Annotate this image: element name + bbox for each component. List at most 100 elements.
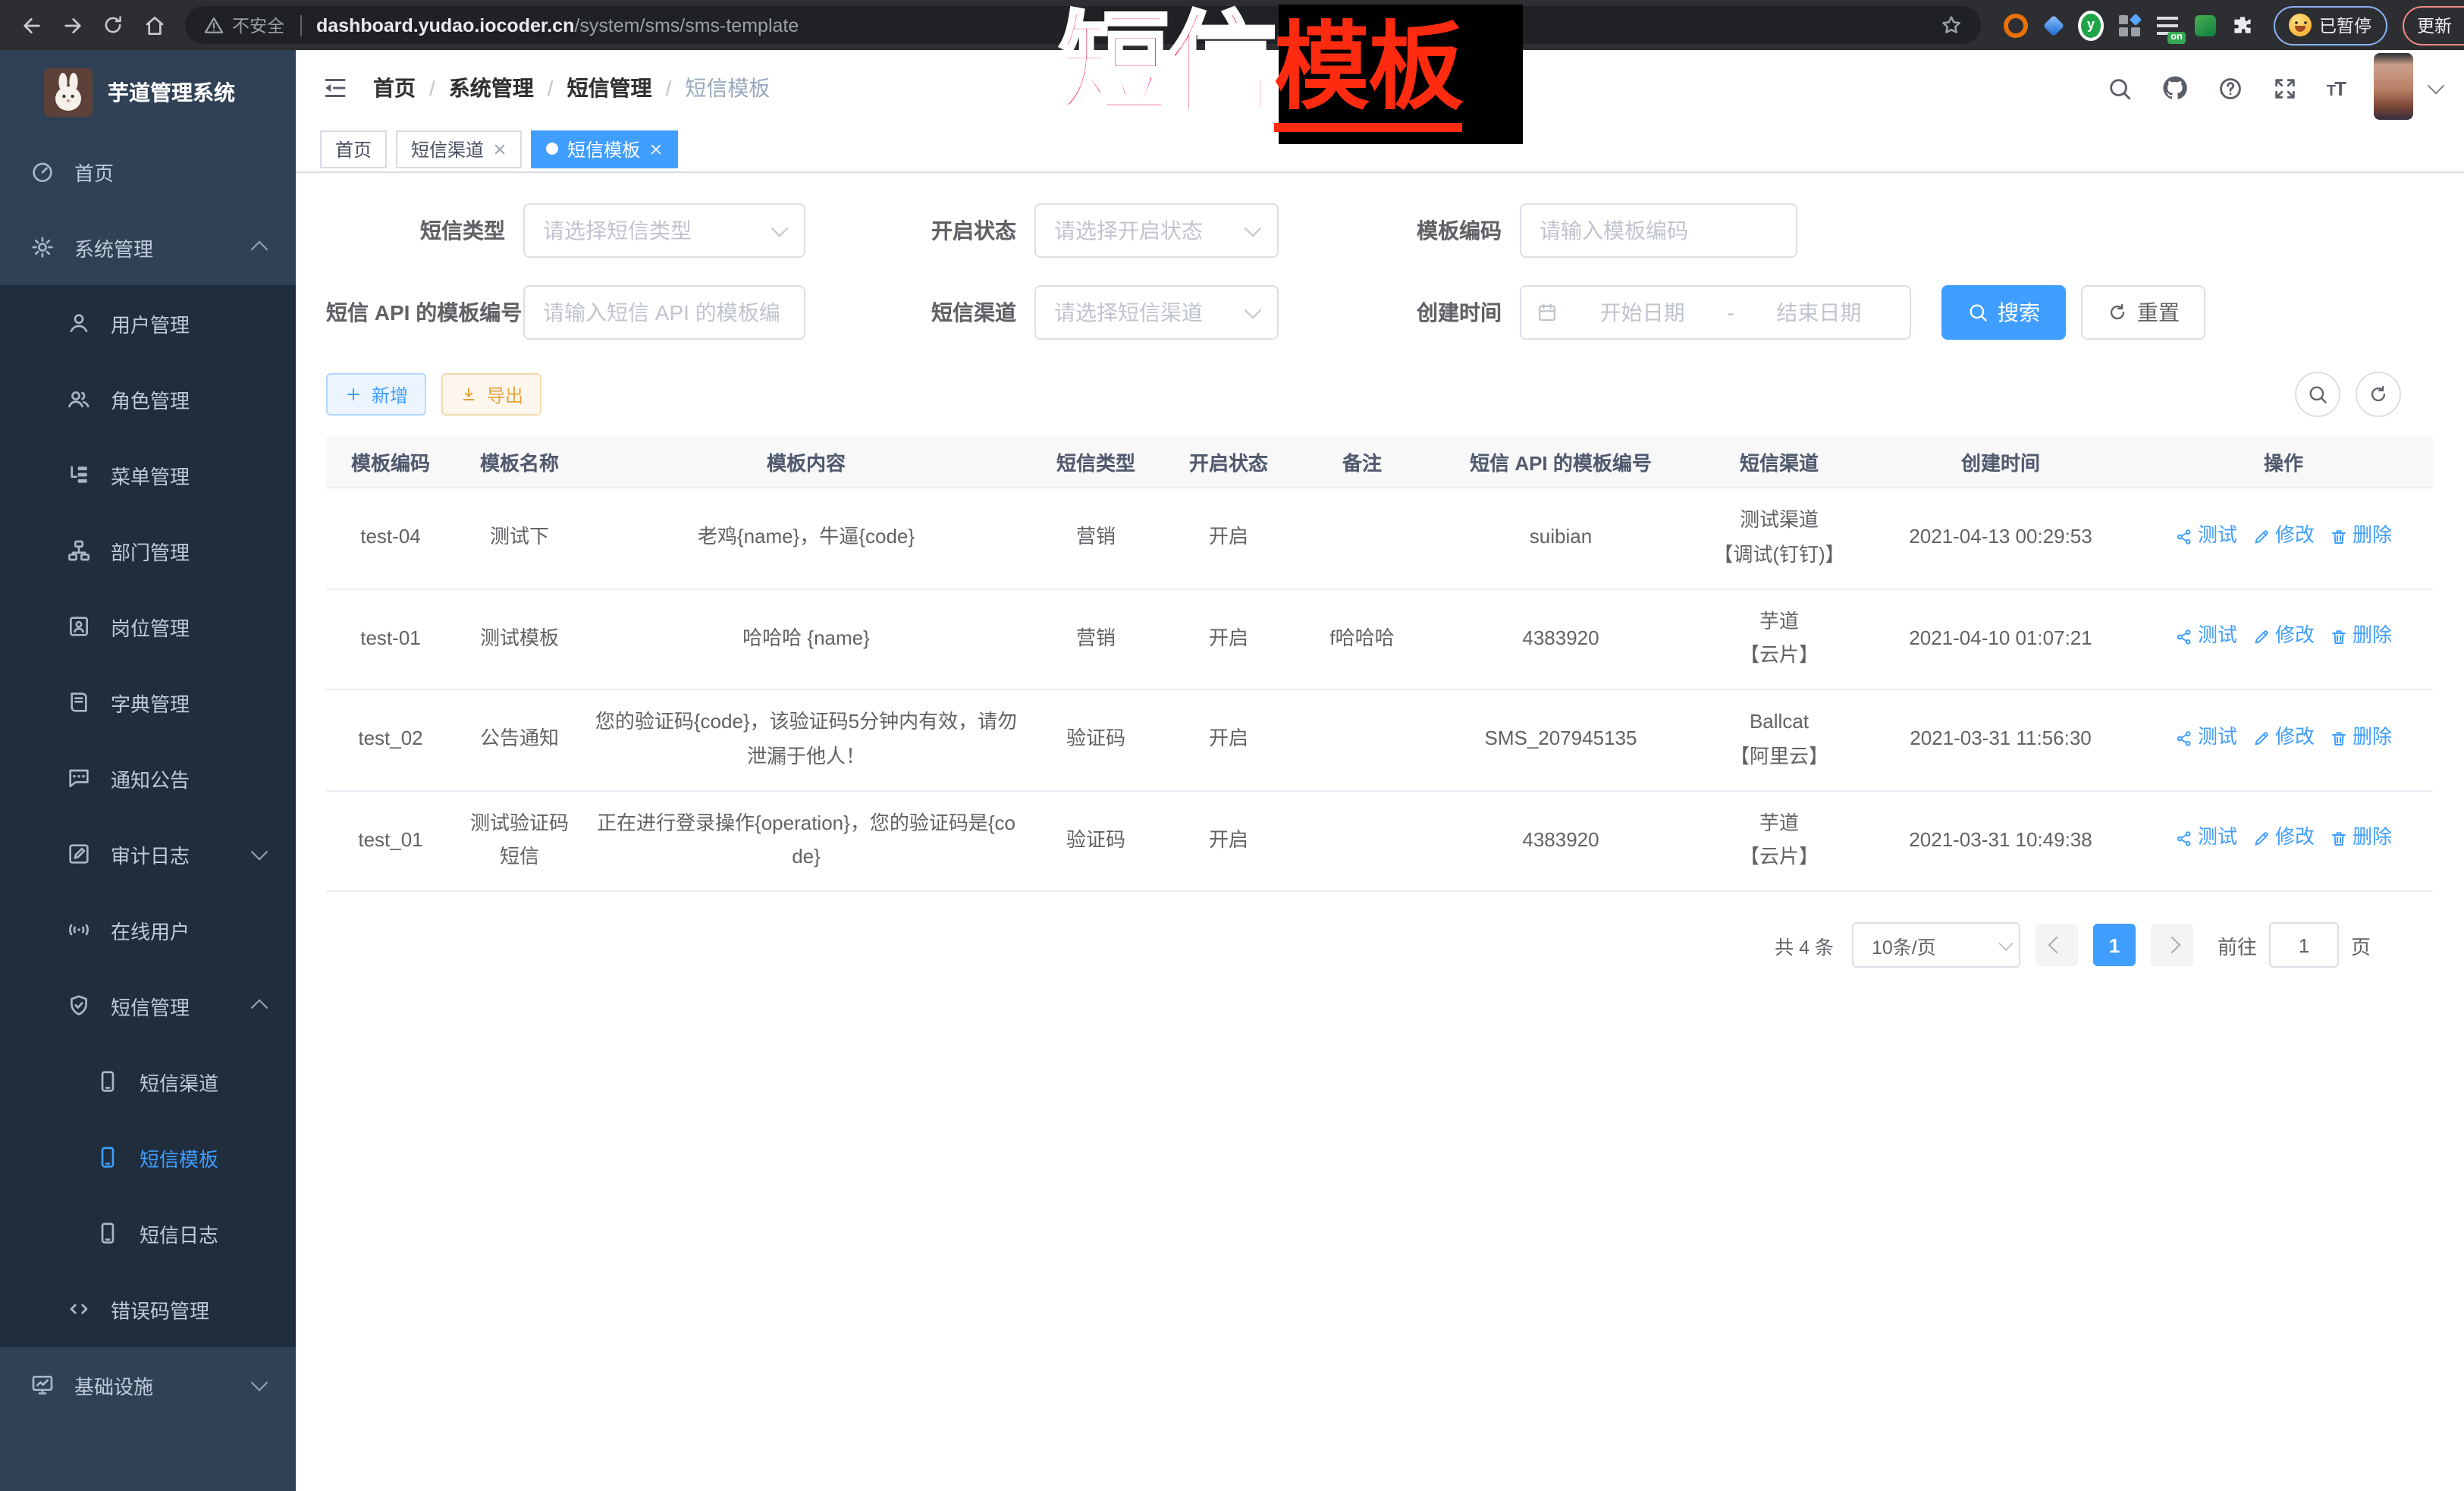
channel-select[interactable]: 请选择短信渠道 bbox=[1034, 285, 1279, 340]
sidebar-item-system[interactable]: 系统管理 bbox=[0, 209, 296, 285]
table-toolbar: 新增 导出 bbox=[326, 372, 2434, 417]
sidebar-item-sms-channel[interactable]: 短信渠道 bbox=[0, 1044, 296, 1119]
extension-ring-icon[interactable] bbox=[2002, 12, 2028, 38]
edit-link[interactable]: 修改 bbox=[2252, 519, 2315, 554]
prev-page-button[interactable] bbox=[2036, 924, 2078, 966]
reset-button[interactable]: 重置 bbox=[2081, 285, 2205, 340]
export-button[interactable]: 导出 bbox=[441, 373, 541, 416]
breadcrumb-system[interactable]: 系统管理 bbox=[449, 73, 534, 103]
font-size-icon[interactable]: TT bbox=[2327, 77, 2345, 99]
sidebar-item-error-code[interactable]: 错误码管理 bbox=[0, 1271, 296, 1347]
navbar-actions: TT bbox=[2107, 56, 2442, 120]
dashboard-icon bbox=[30, 159, 55, 184]
sidebar-item-users[interactable]: 用户管理 bbox=[0, 285, 296, 361]
sidebar-item-dict[interactable]: 字典管理 bbox=[0, 664, 296, 740]
profile-paused-chip[interactable]: 已暂停 bbox=[2274, 5, 2387, 45]
sidebar-item-posts[interactable]: 岗位管理 bbox=[0, 589, 296, 664]
create-time-range-picker[interactable]: 开始日期 - 结束日期 bbox=[1520, 285, 1911, 340]
trash-icon bbox=[2330, 830, 2348, 849]
tab-close-icon[interactable] bbox=[649, 142, 663, 155]
chevron-up-icon bbox=[251, 241, 268, 259]
tab-sms-channel[interactable]: 短信渠道 bbox=[396, 130, 522, 168]
active-tab-dot bbox=[546, 143, 558, 155]
chevron-down-icon bbox=[1245, 220, 1262, 237]
edit-link[interactable]: 修改 bbox=[2252, 720, 2315, 755]
sms-type-select[interactable]: 请选择短信类型 bbox=[523, 203, 805, 258]
extension-gem-icon[interactable] bbox=[2040, 12, 2066, 38]
page-size-select[interactable]: 10条/页 bbox=[1852, 922, 2020, 968]
delete-link[interactable]: 删除 bbox=[2330, 720, 2392, 755]
address-bar[interactable]: 不安全 dashboard.yudao.iocoder.cn/system/sm… bbox=[185, 6, 1981, 44]
breadcrumb-sms[interactable]: 短信管理 bbox=[567, 73, 652, 103]
test-link[interactable]: 测试 bbox=[2175, 821, 2237, 856]
add-button[interactable]: 新增 bbox=[326, 373, 426, 416]
github-icon[interactable] bbox=[2161, 74, 2189, 102]
sidebar-item-online-users[interactable]: 在线用户 bbox=[0, 892, 296, 968]
search-button[interactable]: 搜索 bbox=[1941, 285, 2066, 340]
extension-tool-icon[interactable] bbox=[2192, 12, 2218, 38]
edit-link[interactable]: 修改 bbox=[2252, 821, 2315, 856]
goto-page-input[interactable] bbox=[2269, 922, 2339, 968]
browser-forward-icon[interactable] bbox=[53, 6, 91, 44]
table-tools bbox=[2295, 372, 2401, 417]
page-number-1[interactable]: 1 bbox=[2093, 924, 2136, 966]
search-icon[interactable] bbox=[2107, 75, 2133, 101]
api-template-id-input[interactable]: 请输入短信 API 的模板编 bbox=[523, 285, 805, 340]
delete-link[interactable]: 删除 bbox=[2330, 821, 2392, 856]
sidebar-item-departments[interactable]: 部门管理 bbox=[0, 513, 296, 589]
delete-link[interactable]: 删除 bbox=[2330, 519, 2392, 554]
avatar[interactable] bbox=[2374, 53, 2413, 120]
browser-update-chip[interactable]: 更新 bbox=[2402, 5, 2464, 45]
sidebar-item-menus[interactable]: 菜单管理 bbox=[0, 437, 296, 513]
extension-list-icon[interactable]: on bbox=[2154, 12, 2180, 38]
bookmark-star-icon[interactable] bbox=[1940, 14, 1963, 36]
sidebar-item-audit-log[interactable]: 审计日志 bbox=[0, 816, 296, 892]
browser-back-icon[interactable] bbox=[12, 6, 50, 44]
tab-home[interactable]: 首页 bbox=[320, 130, 387, 168]
test-link[interactable]: 测试 bbox=[2175, 519, 2237, 554]
help-icon[interactable] bbox=[2218, 75, 2243, 101]
col-api-template-id: 短信 API 的模板编号 bbox=[1430, 437, 1691, 488]
chevron-down-icon[interactable] bbox=[2428, 77, 2445, 95]
profile-avatar-icon bbox=[2289, 14, 2312, 36]
app-logo[interactable]: 芋道管理系统 bbox=[0, 50, 296, 133]
update-label: 更新 bbox=[2417, 13, 2452, 37]
share-icon bbox=[2175, 730, 2193, 748]
test-link[interactable]: 测试 bbox=[2175, 720, 2237, 755]
user-icon bbox=[67, 311, 91, 335]
extension-grid-icon[interactable] bbox=[2116, 12, 2142, 38]
sidebar-item-infrastructure[interactable]: 基础设施 bbox=[0, 1347, 296, 1423]
sidebar-item-sms[interactable]: 短信管理 bbox=[0, 968, 296, 1044]
tab-sms-template[interactable]: 短信模板 bbox=[531, 130, 678, 168]
toggle-search-button[interactable] bbox=[2295, 372, 2340, 417]
sidebar-collapse-icon[interactable] bbox=[319, 74, 361, 102]
next-page-button[interactable] bbox=[2151, 924, 2193, 966]
sidebar-item-roles[interactable]: 角色管理 bbox=[0, 361, 296, 437]
col-template-code: 模板编码 bbox=[326, 437, 455, 488]
phone-icon bbox=[96, 1221, 120, 1245]
screen: 不安全 dashboard.yudao.iocoder.cn/system/sm… bbox=[0, 0, 2464, 1491]
sidebar-item-sms-template[interactable]: 短信模板 bbox=[0, 1119, 296, 1195]
pen-icon bbox=[2252, 629, 2271, 647]
extension-y-icon[interactable] bbox=[2078, 12, 2104, 38]
profile-paused-label: 已暂停 bbox=[2319, 13, 2371, 37]
delete-link[interactable]: 删除 bbox=[2330, 620, 2392, 654]
status-select[interactable]: 请选择开启状态 bbox=[1034, 203, 1279, 258]
template-code-input[interactable]: 请输入模板编码 bbox=[1520, 203, 1797, 258]
sidebar-item-notice[interactable]: 通知公告 bbox=[0, 740, 296, 816]
browser-home-icon[interactable] bbox=[135, 6, 173, 44]
fullscreen-icon[interactable] bbox=[2272, 75, 2298, 101]
code-icon bbox=[67, 1297, 91, 1321]
api-template-id-label: 短信 API 的模板编号 bbox=[326, 297, 523, 328]
browser-reload-icon[interactable] bbox=[94, 6, 132, 44]
refresh-table-button[interactable] bbox=[2356, 372, 2401, 417]
sidebar-item-sms-log[interactable]: 短信日志 bbox=[0, 1195, 296, 1271]
extensions-puzzle-icon[interactable] bbox=[2230, 12, 2255, 38]
edit-link[interactable]: 修改 bbox=[2252, 620, 2315, 654]
tab-close-icon[interactable] bbox=[493, 142, 507, 155]
sidebar-item-home[interactable]: 首页 bbox=[0, 133, 296, 209]
test-link[interactable]: 测试 bbox=[2175, 620, 2237, 654]
breadcrumb-home[interactable]: 首页 bbox=[373, 73, 416, 103]
menu-tree-icon bbox=[67, 463, 91, 487]
pagination-total: 共 4 条 bbox=[1775, 931, 1834, 959]
